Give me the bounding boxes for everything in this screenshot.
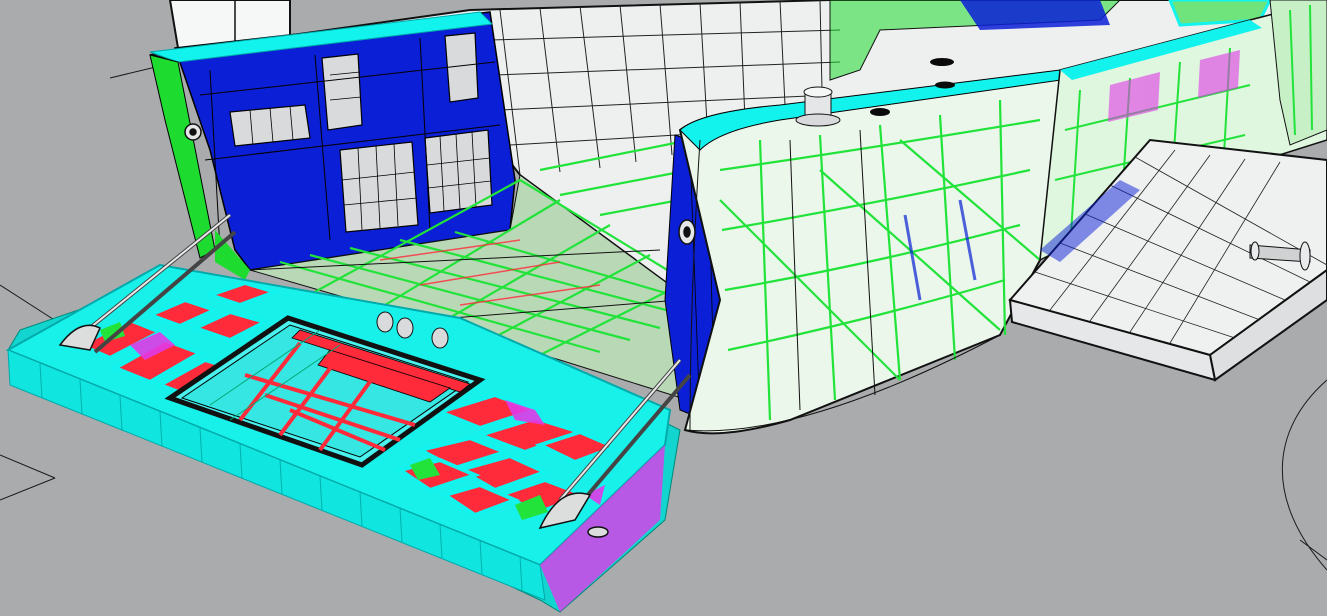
rhino-3d-viewport[interactable]: [0, 0, 1327, 616]
ship-stern-model[interactable]: [0, 0, 1327, 616]
starboard-sponson[interactable]: [678, 69, 1077, 435]
